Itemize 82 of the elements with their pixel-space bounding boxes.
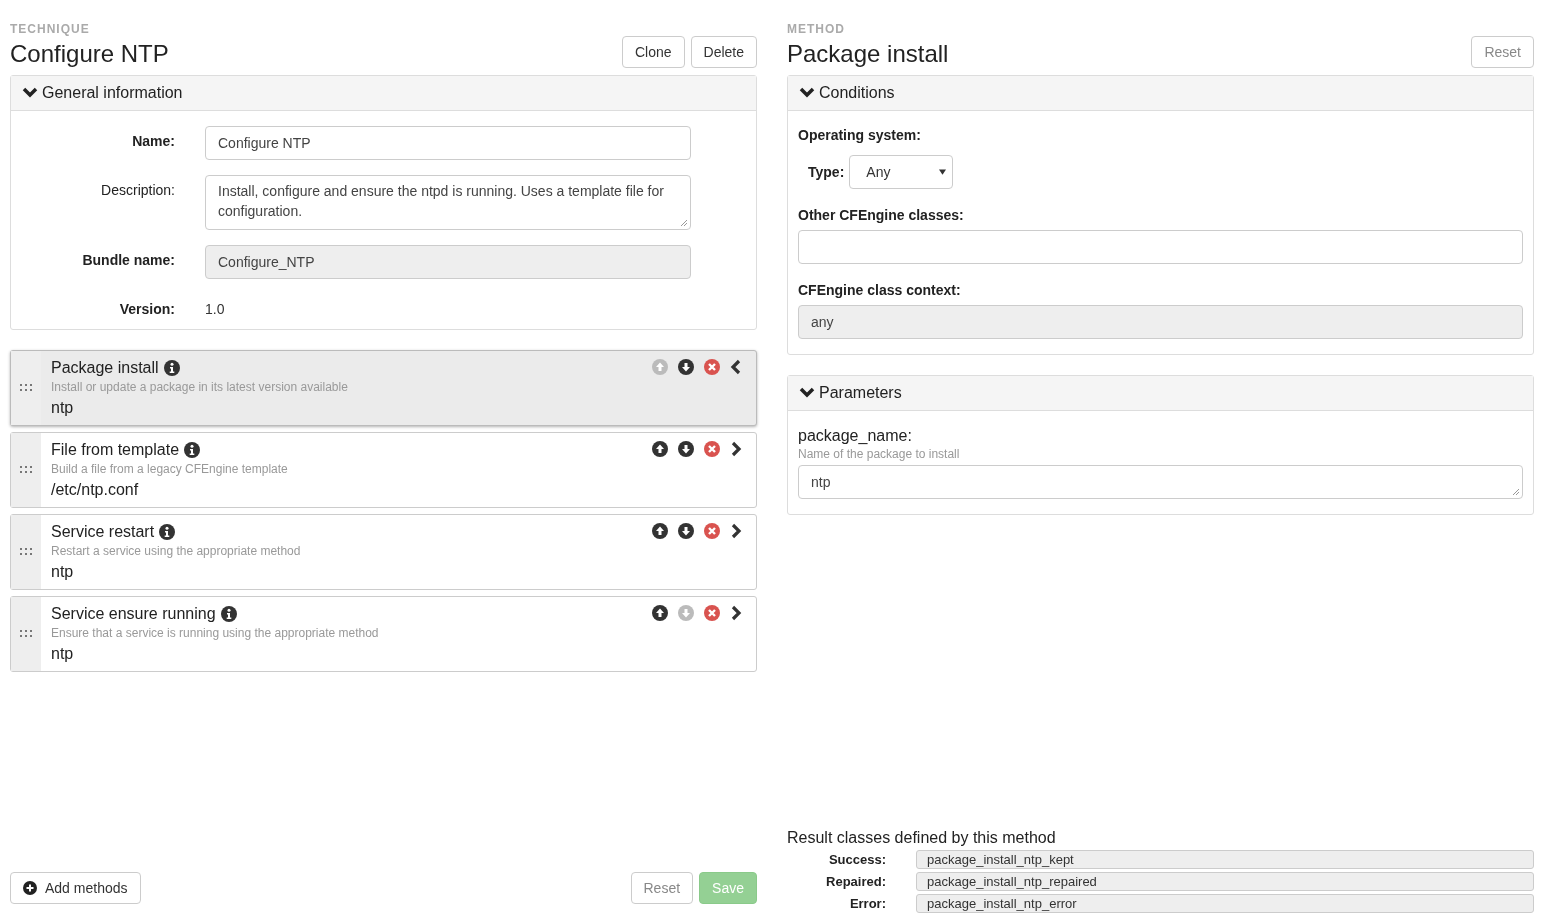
method-description: Ensure that a service is running using the appropriate method	[51, 626, 380, 640]
info-icon[interactable]	[220, 606, 237, 622]
remove-icon[interactable]	[704, 441, 720, 457]
method-parameter: ntp	[51, 563, 75, 581]
drag-handle-icon[interactable]	[19, 630, 33, 638]
method-parameter: /etc/ntp.conf	[51, 481, 140, 499]
remove-icon[interactable]	[704, 605, 720, 621]
field-label: Operating system:	[798, 127, 922, 143]
move-up-icon[interactable]	[652, 605, 668, 621]
panel-title: Parameters	[819, 384, 902, 402]
plus-circle-icon	[23, 881, 37, 895]
info-icon[interactable]	[163, 360, 180, 376]
field-label: Bundle name:	[81, 251, 175, 268]
version-value: 1.0	[205, 300, 225, 317]
method-card[interactable]: Service restart Restart a service using the appropriate method ntp	[10, 514, 757, 590]
chevron-icon[interactable]	[730, 441, 742, 457]
method-title: Package install	[787, 40, 949, 68]
method-description: Restart a service using the appropriate method	[51, 544, 302, 558]
chevron-icon[interactable]	[730, 523, 742, 539]
method-name: Service restart	[51, 523, 155, 541]
result-label: Success:	[827, 852, 886, 867]
info-icon[interactable]	[159, 524, 176, 540]
technique-label: TECHNIQUE	[10, 22, 91, 36]
bundle-name-field: Configure_NTP	[205, 245, 691, 279]
method-card[interactable]: File from template Build a file from a legacy CFEngine template /etc/ntp.conf	[10, 432, 757, 508]
method-name: Package install	[51, 359, 159, 377]
move-up-icon[interactable]	[652, 441, 668, 457]
result-class-field: package_install_ntp_kept	[916, 850, 1534, 869]
field-label: Description:	[100, 181, 175, 198]
field-label: Other CFEngine classes:	[798, 207, 965, 223]
reset-button[interactable]: Reset	[630, 872, 694, 904]
result-label: Error:	[848, 896, 886, 911]
remove-icon[interactable]	[704, 359, 720, 375]
move-up-icon[interactable]	[652, 523, 668, 539]
reset-button[interactable]: Reset	[1471, 36, 1534, 68]
name-field[interactable]: Configure NTP	[205, 126, 691, 160]
method-parameter: ntp	[51, 645, 75, 663]
method-name: Service ensure running	[51, 605, 216, 623]
result-label: Repaired:	[825, 874, 886, 889]
field-label: Version:	[118, 300, 175, 317]
method-name: File from template	[51, 441, 180, 459]
drag-handle-icon[interactable]	[19, 384, 33, 392]
resize-grip-icon[interactable]	[1512, 488, 1520, 496]
move-down-icon[interactable]	[678, 523, 694, 539]
method-card[interactable]: Service ensure running Ensure that a service is running using the appropriate method ntp	[10, 596, 757, 672]
method-description: Build a file from a legacy CFEngine template	[51, 462, 289, 476]
method-label: METHOD	[787, 22, 846, 36]
drag-handle-icon[interactable]	[19, 466, 33, 474]
header-button[interactable]: Delete	[690, 36, 757, 68]
method-parameter: ntp	[51, 399, 75, 417]
classes-field[interactable]	[798, 230, 1523, 264]
description-field[interactable]: Install, configure and ensure the ntpd is running. Uses a template file for configuration.	[205, 175, 691, 230]
remove-icon[interactable]	[704, 523, 720, 539]
move-down-icon[interactable]	[678, 441, 694, 457]
results-heading: Result classes defined by this method	[787, 829, 1057, 847]
context-field: any	[798, 305, 1523, 339]
method-card[interactable]: Package install Install or update a package in its latest version available ntp	[10, 350, 757, 426]
panel-header[interactable]: General information	[11, 76, 756, 111]
panel-header[interactable]: Conditions	[788, 76, 1533, 111]
parameter-hint: Name of the package to install	[798, 447, 961, 461]
panel-title: Conditions	[819, 84, 895, 102]
technique-title: Configure NTP	[10, 40, 169, 68]
add-methods-button[interactable]: Add methods	[10, 872, 141, 904]
result-class-field: package_install_ntp_repaired	[916, 872, 1534, 891]
move-down-icon[interactable]	[678, 359, 694, 375]
chevron-icon[interactable]	[730, 605, 742, 621]
method-description: Install or update a package in its latest version available	[51, 380, 349, 394]
field-label: CFEngine class context:	[798, 282, 962, 298]
caret-icon	[939, 169, 947, 175]
parameter-name: package_name:	[798, 427, 913, 445]
field-label: Type:	[808, 164, 845, 180]
panel-header[interactable]: Parameters	[788, 376, 1533, 411]
chevron-icon[interactable]	[730, 359, 742, 375]
drag-handle-icon[interactable]	[19, 548, 33, 556]
parameter-field[interactable]: ntp	[798, 465, 1523, 499]
info-icon[interactable]	[184, 442, 201, 458]
field-label: Name:	[131, 132, 175, 149]
panel-title: General information	[42, 84, 183, 102]
header-button[interactable]: Clone	[621, 36, 685, 68]
type-select[interactable]: Any	[849, 155, 954, 189]
result-class-field: package_install_ntp_error	[916, 894, 1534, 913]
resize-grip-icon[interactable]	[680, 219, 688, 227]
